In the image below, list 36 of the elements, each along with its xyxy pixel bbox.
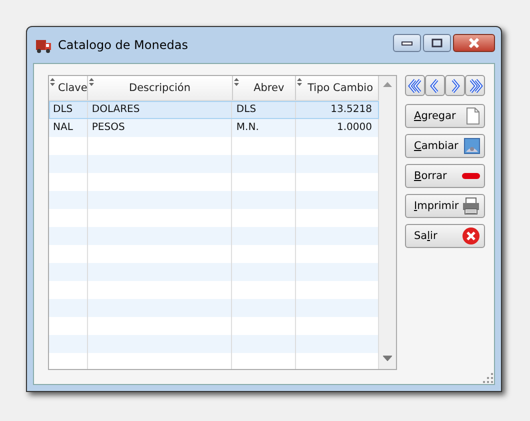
sort-icon — [297, 78, 302, 86]
action-button[interactable]: Borrar — [405, 164, 485, 188]
minimize-icon — [401, 40, 413, 46]
sort-icon — [50, 78, 55, 86]
column-header[interactable]: Descripción — [88, 76, 232, 100]
action-button[interactable]: Agregar — [405, 104, 485, 128]
chevron-icon — [407, 78, 423, 94]
close-icon — [462, 227, 480, 245]
sort-icon — [89, 78, 94, 86]
minimize-button[interactable] — [393, 34, 421, 52]
resize-grip-icon[interactable] — [483, 373, 493, 383]
chevron-icon — [467, 78, 483, 94]
minus-icon — [462, 173, 480, 179]
truck-icon — [35, 37, 53, 53]
printer-icon — [462, 197, 480, 215]
action-button[interactable]: Imprimir — [405, 194, 485, 218]
maximize-icon — [431, 38, 443, 48]
close-button[interactable] — [453, 34, 495, 52]
close-icon — [467, 38, 481, 48]
previous-record-button[interactable] — [425, 75, 445, 96]
page-icon — [466, 107, 480, 125]
scrollbar[interactable] — [379, 76, 396, 369]
last-record-button[interactable] — [465, 75, 485, 96]
sort-icon — [234, 78, 238, 86]
action-button[interactable]: Cambiar — [405, 134, 485, 158]
picture-icon — [464, 138, 480, 154]
window-title: Catalogo de Monedas — [58, 38, 189, 52]
table-row[interactable]: DLS DOLARES DLS 13.5218 — [49, 101, 379, 119]
maximize-button[interactable] — [423, 34, 451, 52]
column-header[interactable]: Clave — [49, 76, 88, 100]
action-button[interactable]: Salir — [405, 224, 485, 248]
column-header[interactable]: Abrev — [232, 76, 296, 100]
next-record-button[interactable] — [445, 75, 465, 96]
scroll-down-icon[interactable] — [383, 355, 392, 361]
first-record-button[interactable] — [405, 75, 425, 96]
table-row[interactable]: NAL PESOS M.N. 1.0000 — [49, 119, 379, 137]
